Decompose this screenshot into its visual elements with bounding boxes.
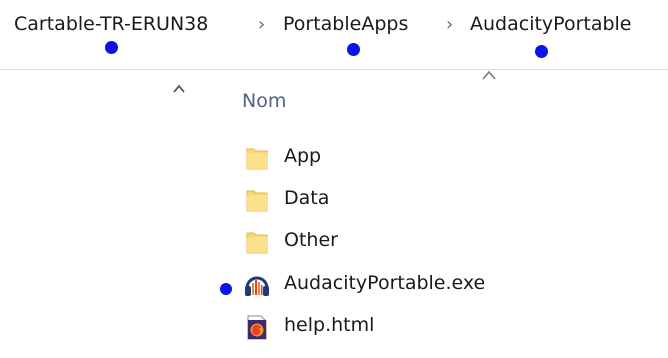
annotation-dot	[105, 41, 118, 54]
column-header-name[interactable]: Nom	[242, 90, 286, 112]
file-name: help.html	[284, 314, 375, 336]
list-item-audacityportable-exe[interactable]: AudacityPortable.exe	[243, 268, 543, 300]
list-item-help-html[interactable]: help.html	[243, 310, 543, 342]
audacity-app-icon	[245, 276, 269, 296]
file-name: App	[284, 145, 322, 167]
folder-icon	[246, 190, 268, 212]
file-name: Other	[284, 229, 338, 251]
list-item-folder-app[interactable]: App	[243, 141, 543, 173]
annotation-dot	[220, 283, 232, 295]
breadcrumb-item-cartable[interactable]: Cartable-TR-ERUN38	[14, 13, 208, 35]
list-item-folder-other[interactable]: Other	[243, 225, 543, 257]
navigation-pane	[0, 70, 200, 358]
breadcrumb: Cartable-TR-ERUN38 › PortableApps › Auda…	[0, 0, 668, 58]
sort-ascending-icon[interactable]	[482, 70, 496, 80]
annotation-dot	[535, 45, 548, 58]
annotation-dot	[347, 43, 360, 56]
breadcrumb-separator: ›	[446, 14, 454, 35]
file-name: Data	[284, 187, 330, 209]
scroll-up-icon[interactable]	[173, 84, 185, 94]
list-item-folder-data[interactable]: Data	[243, 183, 543, 215]
breadcrumb-item-portableapps[interactable]: PortableApps	[283, 13, 408, 35]
file-name: AudacityPortable.exe	[284, 272, 486, 294]
breadcrumb-item-audacityportable[interactable]: AudacityPortable	[470, 13, 632, 35]
folder-icon	[246, 232, 268, 254]
breadcrumb-separator: ›	[258, 14, 266, 35]
folder-icon	[246, 148, 268, 170]
html-file-icon	[247, 315, 267, 340]
